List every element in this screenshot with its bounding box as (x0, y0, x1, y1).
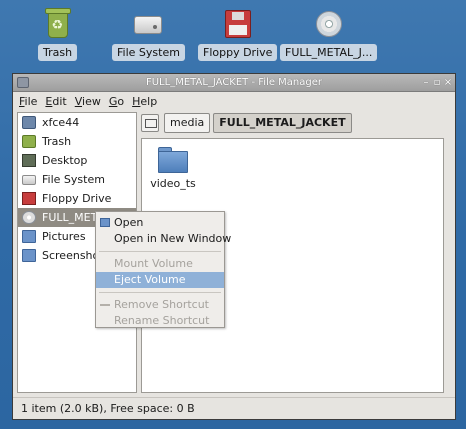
file-manager-window: FULL_METAL_JACKET - File Manager – ▫ × F… (12, 73, 456, 420)
file-item-label: video_ts (150, 177, 196, 190)
menu-file[interactable]: File (19, 95, 37, 108)
folder-icon (22, 249, 36, 262)
desktop-icon-label: FULL_METAL_J... (280, 44, 378, 61)
hard-drive-icon (132, 8, 164, 40)
status-text: 1 item (2.0 kB), Free space: 0 B (21, 402, 195, 415)
desktop-icon-trash[interactable]: Trash (38, 8, 78, 61)
remove-icon (100, 304, 110, 306)
menu-help[interactable]: Help (132, 95, 157, 108)
sidebar-item-label: Floppy Drive (42, 192, 112, 205)
desktop-icon-label: Trash (38, 44, 78, 61)
home-folder-icon (22, 116, 36, 129)
menu-go[interactable]: Go (109, 95, 124, 108)
close-button[interactable]: × (443, 74, 453, 92)
trash-icon (22, 135, 36, 148)
folder-icon (22, 230, 36, 243)
hard-drive-icon (22, 174, 36, 185)
menu-item-open-new-window[interactable]: Open in New Window (96, 231, 231, 247)
context-menu: Open Open in New Window Mount Volume Eje… (95, 211, 231, 329)
sidebar-item-floppy-drive[interactable]: Floppy Drive (18, 189, 136, 208)
disc-icon (313, 8, 345, 40)
file-item-video-ts[interactable]: video_ts (148, 147, 198, 190)
minimize-button[interactable]: – (421, 74, 431, 92)
desktop-icon-disc[interactable]: FULL_METAL_J... (280, 8, 378, 61)
location-toggle-button[interactable] (141, 114, 159, 132)
disc-icon (22, 211, 36, 224)
window-title: FULL_METAL_JACKET - File Manager (145, 77, 323, 88)
sidebar-item-label: xfce44 (42, 116, 80, 129)
floppy-icon (22, 192, 36, 205)
menu-separator (99, 251, 221, 252)
folder-icon (100, 218, 110, 227)
title-bar[interactable]: FULL_METAL_JACKET - File Manager – ▫ × (13, 74, 455, 92)
menu-bar: File Edit View Go Help (13, 92, 455, 110)
sidebar-item-desktop[interactable]: Desktop (18, 151, 136, 170)
menu-item-open[interactable]: Open (96, 215, 224, 231)
window-menu-icon[interactable] (17, 77, 29, 88)
folder-icon (158, 147, 188, 173)
sidebar-item-label: Desktop (42, 154, 88, 167)
breadcrumb-full-metal-jacket[interactable]: FULL_METAL_JACKET (213, 113, 352, 133)
sidebar-item-label: File System (42, 173, 105, 186)
trash-icon (42, 8, 74, 40)
status-bar: 1 item (2.0 kB), Free space: 0 B (13, 397, 455, 419)
menu-separator (99, 292, 221, 293)
menu-item-rename-shortcut[interactable]: Rename Shortcut (96, 313, 224, 329)
menu-item-remove-shortcut[interactable]: Remove Shortcut (96, 297, 224, 313)
menu-item-mount-volume[interactable]: Mount Volume (96, 256, 224, 272)
desktop-icon-file-system[interactable]: File System (112, 8, 185, 61)
sidebar-item-label: Pictures (42, 230, 86, 243)
menu-view[interactable]: View (75, 95, 101, 108)
sidebar-item-label: Trash (42, 135, 72, 148)
path-bar: media FULL_METAL_JACKET (141, 112, 355, 134)
desktop-icon (22, 154, 36, 167)
desktop-icon-label: File System (112, 44, 185, 61)
desktop-icon-floppy-drive[interactable]: Floppy Drive (198, 8, 278, 61)
menu-edit[interactable]: Edit (45, 95, 66, 108)
sidebar-item-trash[interactable]: Trash (18, 132, 136, 151)
menu-item-eject-volume[interactable]: Eject Volume (96, 272, 224, 288)
floppy-icon (222, 8, 254, 40)
sidebar-item-xfce44[interactable]: xfce44 (18, 113, 136, 132)
breadcrumb-media[interactable]: media (164, 113, 211, 133)
sidebar-item-file-system[interactable]: File System (18, 170, 136, 189)
maximize-button[interactable]: ▫ (432, 74, 442, 92)
desktop-icon-label: Floppy Drive (198, 44, 278, 61)
